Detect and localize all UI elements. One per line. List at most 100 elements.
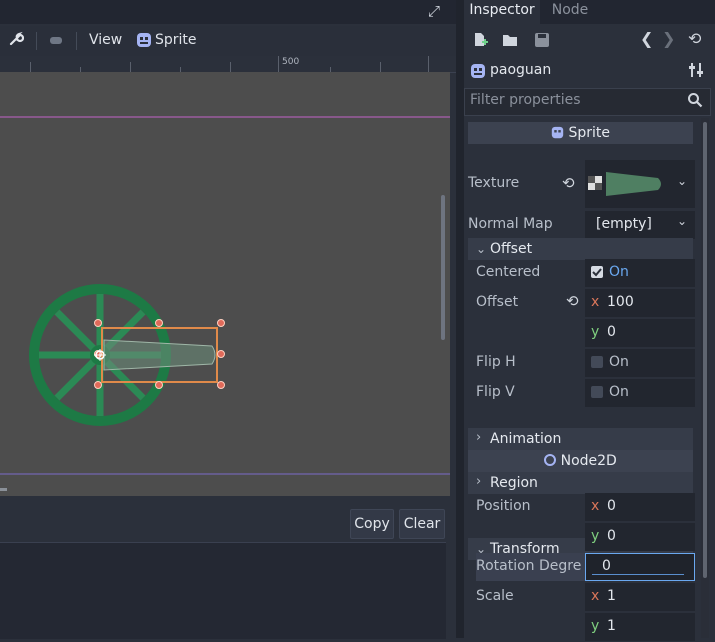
texture-checker-icon (588, 176, 602, 194)
chevron-right-icon: › (476, 430, 482, 445)
filter-properties-input[interactable]: Filter properties (464, 88, 711, 116)
axis-y-label: y (591, 528, 600, 544)
sprite-icon (136, 32, 152, 52)
axis-x-label: x (591, 588, 600, 604)
clear-button[interactable]: Clear (399, 509, 445, 539)
flip-v-value: On (609, 384, 629, 400)
flip-v-row: Flip V On (464, 378, 701, 408)
centered-label: Centered (476, 264, 541, 280)
revert-icon[interactable]: ⟲ (566, 292, 579, 310)
canvas-viewport[interactable] (0, 72, 450, 496)
region-group-label: Region (490, 475, 538, 491)
inspector-scrollbar-thumb[interactable] (703, 122, 707, 578)
fullscreen-icon[interactable]: ⤢ (428, 2, 440, 20)
offset-group-label: Offset (490, 241, 533, 257)
flip-h-checkbox[interactable]: On (585, 349, 695, 377)
canvas-toolbar: View Sprite (0, 26, 456, 56)
inspector-toolbar: ❮ ❯ ⟲ (464, 24, 715, 58)
texture-picker[interactable]: ⌄ (585, 160, 695, 208)
sprite-section-label: Sprite (568, 125, 610, 141)
sprite-section-header[interactable]: Sprite (468, 122, 693, 144)
ruler-label: 500 (282, 57, 300, 67)
object-properties-icon[interactable] (688, 62, 704, 82)
sprite-menu[interactable]: Sprite (155, 32, 197, 48)
flip-v-label: Flip V (476, 384, 515, 400)
rotation-row: Rotation Degre 0 (464, 552, 701, 582)
toolbar-separator (76, 32, 77, 50)
normal-map-row: Normal Map [empty] ⌄ (464, 210, 701, 240)
history-icon[interactable]: ⟲ (688, 29, 701, 48)
texture-row: Texture ⟲ ⌄ (464, 160, 701, 208)
region-group-header[interactable]: › Region (468, 472, 693, 494)
horizontal-ruler: 500 (0, 56, 456, 73)
revert-icon[interactable]: ⟲ (562, 174, 575, 192)
offset-x-field[interactable]: x 100 (585, 289, 695, 317)
flip-h-value: On (609, 354, 629, 370)
scale-x-field[interactable]: x 1 (585, 583, 695, 611)
scale-x-value: 1 (607, 588, 616, 604)
output-log[interactable] (0, 542, 446, 639)
save-icon[interactable] (534, 32, 550, 52)
offset-x-value: 100 (607, 294, 634, 310)
node2d-section-header[interactable]: Node2D (468, 450, 693, 472)
copy-button[interactable]: Copy (350, 509, 394, 539)
chevron-right-icon: › (476, 474, 482, 489)
property-list: Sprite Texture ⟲ ⌄ Normal Map [empty] ⌄ … (464, 118, 701, 641)
editor-top-bar: ⤢ (0, 0, 456, 24)
flip-h-label: Flip H (476, 354, 516, 370)
rotation-label: Rotation Degre (476, 558, 582, 574)
wrench-icon[interactable] (8, 31, 25, 51)
flip-h-row: Flip H On (464, 348, 701, 378)
offset-y-field[interactable]: y 0 (585, 319, 695, 347)
position-y-value: 0 (607, 528, 616, 544)
object-row: paoguan (464, 58, 715, 86)
position-x-field[interactable]: x 0 (585, 493, 695, 521)
axis-x-label: x (591, 498, 600, 514)
normal-map-label: Normal Map (468, 216, 553, 232)
texture-label: Texture (468, 175, 520, 191)
history-forward-icon[interactable]: ❯ (662, 29, 675, 48)
view-menu[interactable]: View (89, 32, 122, 48)
object-name: paoguan (490, 62, 552, 78)
node2d-icon (544, 454, 557, 466)
centered-row: Centered On (464, 258, 701, 288)
chevron-down-icon: ⌄ (476, 242, 487, 256)
new-resource-icon[interactable] (472, 32, 488, 52)
normal-map-picker[interactable]: [empty] ⌄ (585, 211, 695, 239)
history-back-icon[interactable]: ❮ (640, 29, 653, 48)
normal-map-value: [empty] (596, 216, 652, 232)
tab-inspector[interactable]: Inspector (464, 0, 540, 24)
animation-group-header[interactable]: › Animation (468, 428, 693, 450)
offset-label: Offset (476, 294, 519, 310)
position-y-field[interactable]: y 0 (585, 523, 695, 551)
axis-x-label: x (591, 294, 600, 310)
centered-checkbox[interactable]: On (585, 259, 695, 287)
open-folder-icon[interactable] (502, 32, 518, 52)
sprite-icon (551, 124, 564, 146)
toolbar-separator (36, 32, 37, 50)
rotation-input[interactable]: 0 (585, 553, 695, 581)
scale-row: Scale x 1 y 1 (464, 582, 701, 642)
position-x-value: 0 (607, 498, 616, 514)
animation-group-label: Animation (490, 431, 562, 447)
offset-group-header[interactable]: ⌄ Offset (468, 238, 693, 260)
centered-value: On (609, 264, 629, 280)
rotation-slider-track[interactable] (592, 574, 684, 575)
checkbox-checked-icon (591, 266, 603, 278)
dock-divider[interactable] (456, 0, 464, 638)
viewport-vertical-scrollbar[interactable] (441, 195, 445, 340)
scale-y-field[interactable]: y 1 (585, 613, 695, 641)
texture-preview (606, 172, 661, 196)
viewport-horizontal-scrollbar[interactable] (0, 488, 7, 491)
flip-v-checkbox[interactable]: On (585, 379, 695, 407)
chevron-down-icon[interactable]: ⌄ (677, 214, 687, 228)
skeleton-icon[interactable] (48, 32, 64, 52)
tab-node[interactable]: Node (542, 0, 598, 24)
chevron-down-icon[interactable]: ⌄ (677, 174, 687, 188)
checkbox-unchecked-icon (591, 386, 603, 398)
position-label: Position (476, 498, 531, 514)
axis-y-label: y (591, 324, 600, 340)
cannon-barrel (103, 339, 216, 371)
scale-label: Scale (476, 588, 514, 604)
sprite-icon (470, 63, 486, 83)
